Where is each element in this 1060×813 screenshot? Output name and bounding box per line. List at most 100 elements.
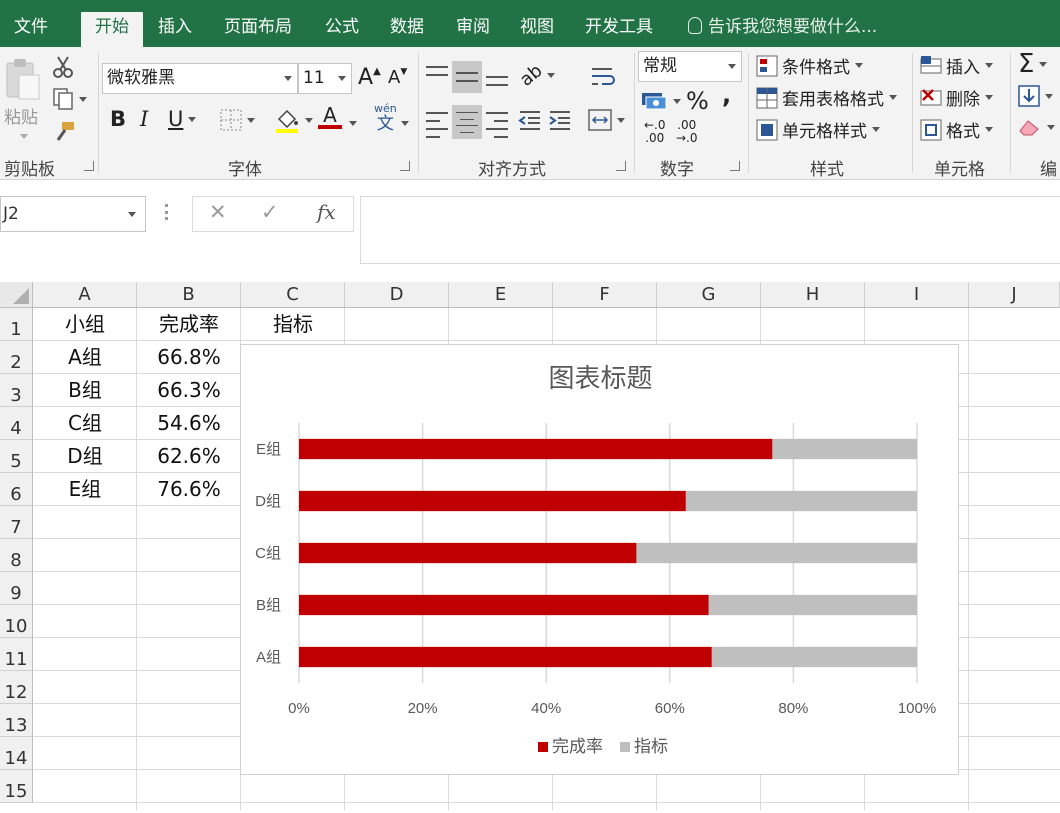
legend-label[interactable]: 完成率 [552, 737, 603, 756]
tab-developer[interactable]: 开发工具 [585, 12, 653, 47]
italic-button[interactable]: I [140, 107, 148, 131]
chevron-down-icon[interactable] [401, 121, 409, 126]
fill-color-button[interactable] [274, 107, 313, 133]
bar-primary[interactable] [299, 490, 686, 512]
row-header-1[interactable]: 1 [0, 308, 33, 341]
delete-cells-button[interactable]: 删除 [920, 85, 993, 110]
legend-label[interactable]: 指标 [634, 737, 668, 756]
tab-review[interactable]: 审阅 [456, 12, 490, 47]
cell-styles-button[interactable]: 单元格样式 [756, 117, 880, 142]
decrease-indent-button[interactable] [518, 109, 542, 131]
row-header-7[interactable]: 7 [0, 506, 33, 539]
orientation-button[interactable]: ab [516, 60, 556, 91]
row-header-5[interactable]: 5 [0, 440, 33, 473]
autosum-button[interactable]: Σ [1018, 49, 1048, 79]
format-cells-button[interactable]: 格式 [920, 117, 993, 142]
table-cell[interactable]: D组 [33, 442, 137, 471]
increase-decimal-button[interactable]: ←.0.00 [644, 119, 666, 145]
row-header-2[interactable]: 2 [0, 341, 33, 374]
bar-secondary[interactable] [708, 594, 917, 616]
row-header-12[interactable]: 12 [0, 671, 33, 704]
name-box[interactable]: J2 [0, 196, 146, 232]
row-header-13[interactable]: 13 [0, 704, 33, 737]
cut-button[interactable] [52, 55, 74, 79]
column-header-e[interactable]: E [449, 282, 553, 308]
tab-home[interactable]: 开始 [81, 12, 143, 47]
comma-button[interactable]: , [722, 81, 731, 109]
tab-insert[interactable]: 插入 [158, 12, 192, 47]
tab-view[interactable]: 视图 [520, 12, 554, 47]
borders-button[interactable] [220, 109, 255, 131]
align-middle-button[interactable] [452, 61, 482, 93]
row-header-8[interactable]: 8 [0, 539, 33, 572]
table-cell[interactable]: B组 [33, 376, 137, 405]
tab-formulas[interactable]: 公式 [325, 12, 359, 47]
accounting-format-button[interactable] [640, 89, 681, 113]
table-cell[interactable]: C组 [33, 409, 137, 438]
paste-button[interactable]: 粘贴 [4, 57, 42, 139]
tab-file[interactable]: 文件 [14, 12, 48, 47]
decrease-decimal-button[interactable]: .00 →.0 [676, 119, 698, 145]
conditional-formatting-button[interactable]: 条件格式 [756, 53, 863, 78]
clear-button[interactable] [1018, 117, 1055, 137]
fill-button[interactable] [1018, 85, 1053, 107]
number-format-select[interactable]: 常规 [638, 51, 742, 82]
column-header-a[interactable]: A [33, 282, 137, 308]
align-center-button[interactable] [452, 105, 482, 139]
alignment-launcher-icon[interactable] [616, 161, 626, 171]
select-all-button[interactable] [0, 282, 33, 308]
bar-secondary[interactable] [636, 542, 917, 564]
chevron-down-icon[interactable] [349, 121, 357, 126]
table-cell[interactable]: 54.6% [137, 409, 241, 438]
phonetic-button[interactable]: wén 文 [374, 103, 397, 134]
format-painter-button[interactable] [52, 120, 76, 144]
bar-chart[interactable]: 图表标题 0% 20% 40% 60% 80% 100% A组 B组 C组 D组 E组 完成率 指标 [240, 344, 959, 775]
grow-font-button[interactable]: A ▲ [358, 65, 381, 90]
insert-cells-button[interactable]: 插入 [920, 53, 993, 78]
tab-page-layout[interactable]: 页面布局 [224, 12, 292, 47]
formula-input[interactable] [360, 196, 1060, 264]
underline-button[interactable]: U [168, 107, 197, 131]
insert-function-icon[interactable]: fx [317, 200, 336, 224]
row-header-4[interactable]: 4 [0, 407, 33, 440]
row-header-14[interactable]: 14 [0, 737, 33, 770]
align-top-button[interactable] [426, 63, 448, 79]
table-cell[interactable]: E组 [33, 475, 137, 504]
font-color-button[interactable]: A [318, 105, 342, 129]
increase-indent-button[interactable] [548, 109, 572, 131]
chart-title[interactable]: 图表标题 [548, 363, 652, 393]
bar-primary[interactable] [299, 646, 712, 668]
row-header-10[interactable]: 10 [0, 605, 33, 638]
table-cell[interactable]: 66.8% [137, 343, 241, 372]
tab-data[interactable]: 数据 [390, 12, 424, 47]
tell-me-box[interactable]: 告诉我您想要做什么... [688, 12, 877, 42]
align-left-button[interactable] [426, 109, 448, 141]
bar-primary[interactable] [299, 542, 637, 564]
wrap-text-button[interactable] [590, 65, 616, 89]
column-header-g[interactable]: G [657, 282, 761, 308]
drag-handle[interactable] [165, 204, 168, 220]
format-as-table-button[interactable]: 套用表格格式 [756, 85, 897, 110]
header-cell[interactable]: 指标 [241, 310, 345, 339]
header-cell[interactable]: 小组 [33, 310, 137, 339]
table-cell[interactable]: 62.6% [137, 442, 241, 471]
bar-primary[interactable] [299, 594, 709, 616]
row-header-3[interactable]: 3 [0, 374, 33, 407]
shrink-font-button[interactable]: A ▼ [388, 67, 407, 89]
copy-button[interactable] [52, 87, 87, 111]
bold-button[interactable]: B [110, 107, 126, 131]
table-cell[interactable]: 66.3% [137, 376, 241, 405]
row-header-11[interactable]: 11 [0, 638, 33, 671]
table-cell[interactable]: 76.6% [137, 475, 241, 504]
font-name-select[interactable]: 微软雅黑 [102, 63, 298, 94]
font-launcher-icon[interactable] [400, 161, 410, 171]
align-right-button[interactable] [486, 109, 508, 141]
number-launcher-icon[interactable] [730, 161, 740, 171]
table-cell[interactable]: A组 [33, 343, 137, 372]
bar-primary[interactable] [299, 438, 773, 460]
row-header-6[interactable]: 6 [0, 473, 33, 506]
clipboard-launcher-icon[interactable] [84, 161, 94, 171]
align-bottom-button[interactable] [486, 73, 508, 89]
merge-center-button[interactable] [588, 109, 625, 131]
bar-secondary[interactable] [711, 646, 917, 668]
